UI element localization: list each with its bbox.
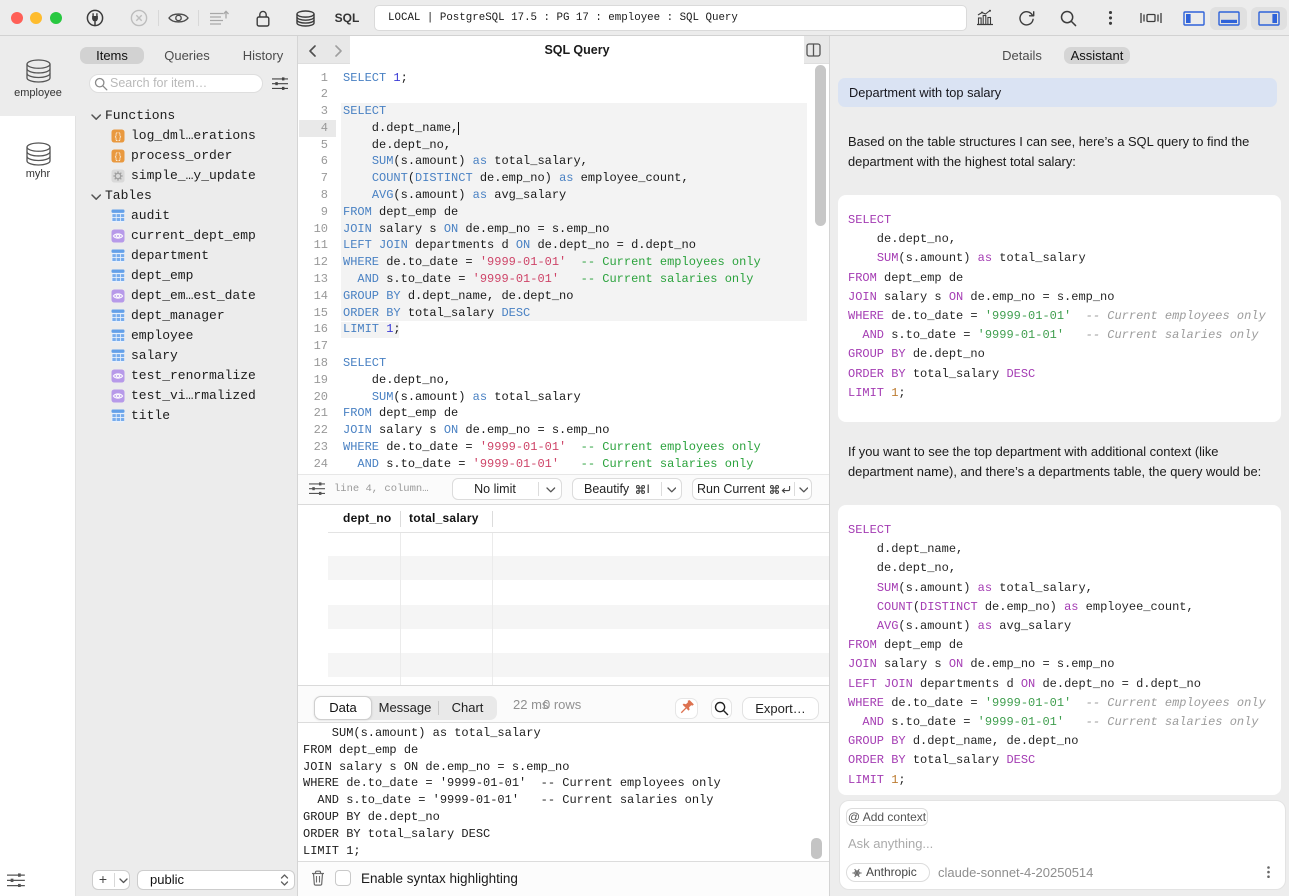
svg-text:{}: {} — [114, 152, 122, 162]
svg-text:{}: {} — [114, 132, 122, 142]
